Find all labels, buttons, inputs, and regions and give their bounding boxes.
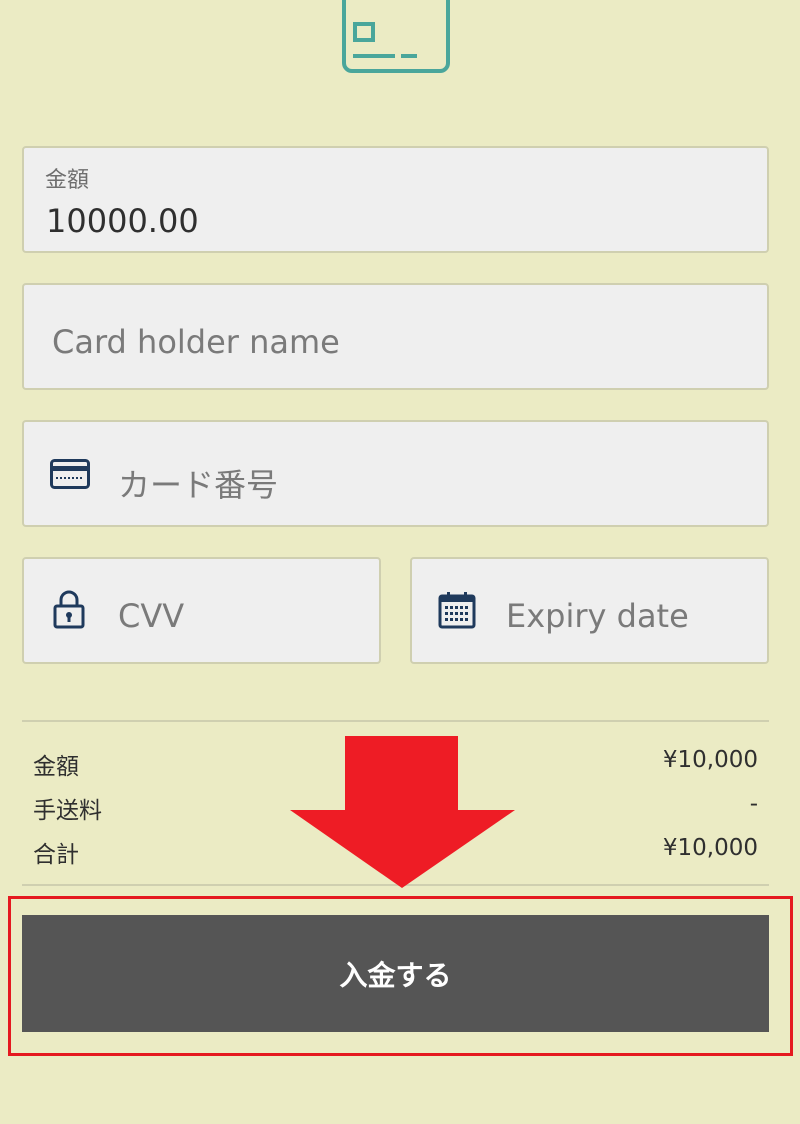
highlight-box [8, 896, 793, 1056]
credit-card-icon [342, 0, 450, 73]
summary-value: - [749, 791, 758, 817]
summary-value: ¥10,000 [662, 835, 758, 861]
summary-label: 合計 [33, 842, 79, 868]
amount-value: 10000.00 [46, 202, 199, 240]
card-number-placeholder: カード番号 [118, 466, 279, 504]
cvv-input[interactable]: CVV [22, 557, 381, 664]
credit-card-icon [50, 459, 90, 489]
expiry-date-placeholder: Expiry date [506, 597, 689, 635]
summary-top-divider [22, 720, 769, 722]
summary-label: 手送料 [33, 798, 102, 824]
amount-field[interactable]: 金額 10000.00 [22, 146, 769, 253]
lock-icon [53, 590, 85, 629]
expiry-date-input[interactable]: Expiry date [410, 557, 769, 664]
card-number-input[interactable]: カード番号 [22, 420, 769, 527]
calendar-icon [438, 592, 476, 629]
card-holder-placeholder: Card holder name [52, 323, 340, 361]
summary-value: ¥10,000 [662, 747, 758, 773]
down-arrow-icon [290, 736, 515, 888]
card-holder-input[interactable]: Card holder name [22, 283, 769, 390]
summary-label: 金額 [33, 754, 79, 780]
amount-label: 金額 [45, 168, 90, 193]
cvv-placeholder: CVV [118, 597, 185, 635]
